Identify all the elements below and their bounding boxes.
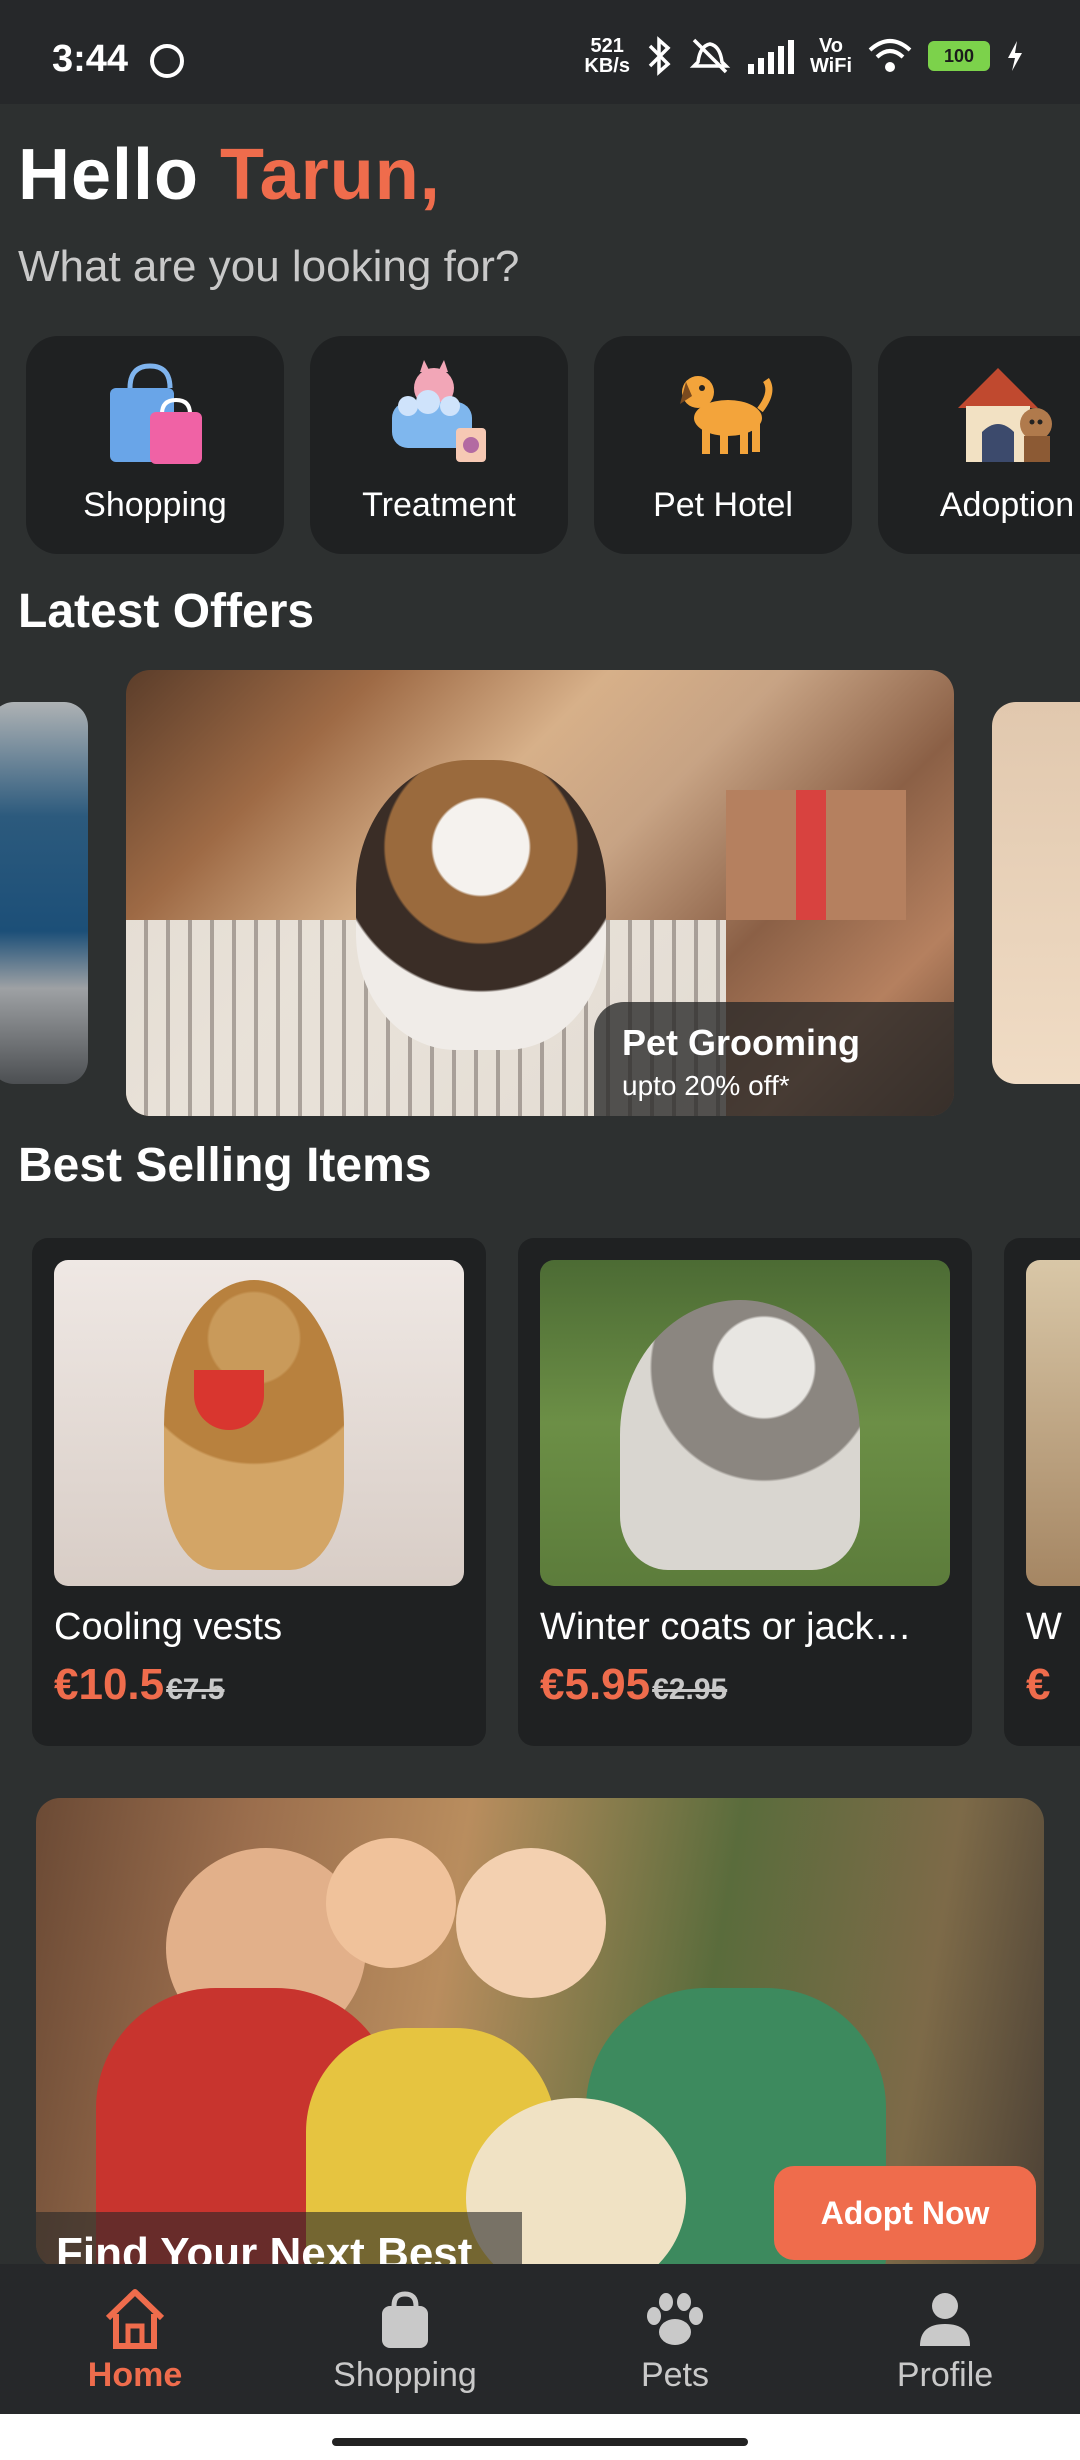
category-shopping[interactable]: Shopping — [26, 336, 284, 554]
category-list[interactable]: Shopping Treatment Pet Hotel Adoption — [26, 336, 1080, 554]
offer-caption: Pet Grooming upto 20% off* — [594, 1002, 954, 1116]
shopping-bag-icon — [382, 2291, 428, 2348]
status-time: 3:44 — [52, 38, 129, 80]
offer-title: Pet Grooming — [622, 1022, 861, 1063]
bluetooth-icon — [648, 36, 671, 76]
product-old-price: €7.5 — [166, 1673, 225, 1706]
gift-box-image — [726, 790, 906, 920]
net-speed: 521 KB/s — [584, 35, 630, 77]
best-selling-title: Best Selling Items — [18, 1139, 432, 1192]
wifi-icon — [868, 39, 912, 72]
status-icons: 521 KB/s Vo WiFi 100 — [584, 36, 1024, 76]
home-screen[interactable]: Hello Tarun, What are you looking for? S… — [0, 104, 1080, 2264]
best-selling-list[interactable]: Cooling vests €10.5€7.5 Winter coats or … — [0, 1238, 1080, 1758]
nav-label: Shopping — [333, 2356, 477, 2394]
product-title: Cooling vests — [54, 1606, 283, 1648]
offer-card-prev[interactable] — [0, 702, 88, 1084]
product-title: Winter coats or jack… — [540, 1606, 912, 1648]
user-name: Tarun, — [220, 135, 441, 215]
mute-icon — [689, 38, 731, 74]
beagle-puppy-image — [356, 760, 606, 1050]
product-card[interactable]: W € — [1004, 1238, 1080, 1746]
product-card[interactable]: Winter coats or jack… €5.95€2.95 — [518, 1238, 972, 1746]
shopping-bags-icon — [110, 363, 202, 464]
product-card[interactable]: Cooling vests €10.5€7.5 — [32, 1238, 486, 1746]
greeting-subtitle: What are you looking for? — [18, 242, 520, 291]
offer-card-pet-grooming[interactable]: Pet Grooming upto 20% off* — [126, 670, 954, 1116]
offers-carousel[interactable]: Pet Grooming upto 20% off* — [0, 670, 1080, 1120]
category-label: Shopping — [83, 486, 227, 524]
status-bar: 3:44 521 KB/s Vo WiFi 100 — [0, 0, 1080, 104]
nav-home[interactable]: Home — [0, 2264, 270, 2414]
product-image-husky — [540, 1260, 950, 1586]
latest-offers-title: Latest Offers — [18, 585, 315, 638]
nav-profile[interactable]: Profile — [810, 2264, 1080, 2414]
gesture-bar — [0, 2414, 1080, 2460]
nav-label: Profile — [896, 2356, 994, 2394]
product-price: €10.5€7.5 — [54, 1660, 225, 1709]
person-icon — [920, 2293, 970, 2346]
product-price: €5.95€2.95 — [540, 1660, 728, 1709]
nav-label: Home — [87, 2356, 183, 2394]
product-image — [1026, 1260, 1080, 1586]
category-adoption[interactable]: Adoption — [878, 336, 1080, 554]
dog-icon — [680, 376, 773, 454]
offer-subtitle: upto 20% off* — [622, 1070, 790, 1101]
vowifi-icon: Vo WiFi — [809, 35, 852, 77]
category-label: Treatment — [362, 486, 516, 524]
product-old-price: €2.95 — [652, 1673, 728, 1706]
banner-title: Find Your Next Best Friend — [36, 2212, 522, 2264]
adopt-now-button[interactable]: Adopt Now — [774, 2166, 1036, 2260]
nav-shopping[interactable]: Shopping — [270, 2264, 540, 2414]
charging-icon — [1008, 41, 1022, 71]
product-image-golden-retriever — [54, 1260, 464, 1586]
paw-icon — [647, 2293, 703, 2345]
category-treatment[interactable]: Treatment — [310, 336, 568, 554]
nav-label: Pets — [640, 2356, 710, 2394]
category-label: Adoption — [939, 486, 1075, 524]
category-label: Pet Hotel — [653, 486, 793, 524]
product-title: W — [1026, 1606, 1062, 1648]
product-price: € — [1026, 1660, 1051, 1709]
home-indicator[interactable] — [332, 2438, 748, 2446]
nav-pets[interactable]: Pets — [540, 2264, 810, 2414]
pet-bath-icon — [392, 360, 486, 462]
offer-card-next[interactable] — [992, 702, 1080, 1084]
battery-icon: 100 — [928, 41, 990, 71]
app-notification-icon — [150, 44, 184, 78]
category-pet-hotel[interactable]: Pet Hotel — [594, 336, 852, 554]
dog-house-icon — [958, 368, 1052, 462]
signal-icon — [747, 38, 794, 74]
greeting-title: Hello Tarun, — [18, 135, 441, 215]
home-icon — [105, 2289, 165, 2349]
bottom-navigation: Home Shopping Pets Profile — [0, 2264, 1080, 2414]
